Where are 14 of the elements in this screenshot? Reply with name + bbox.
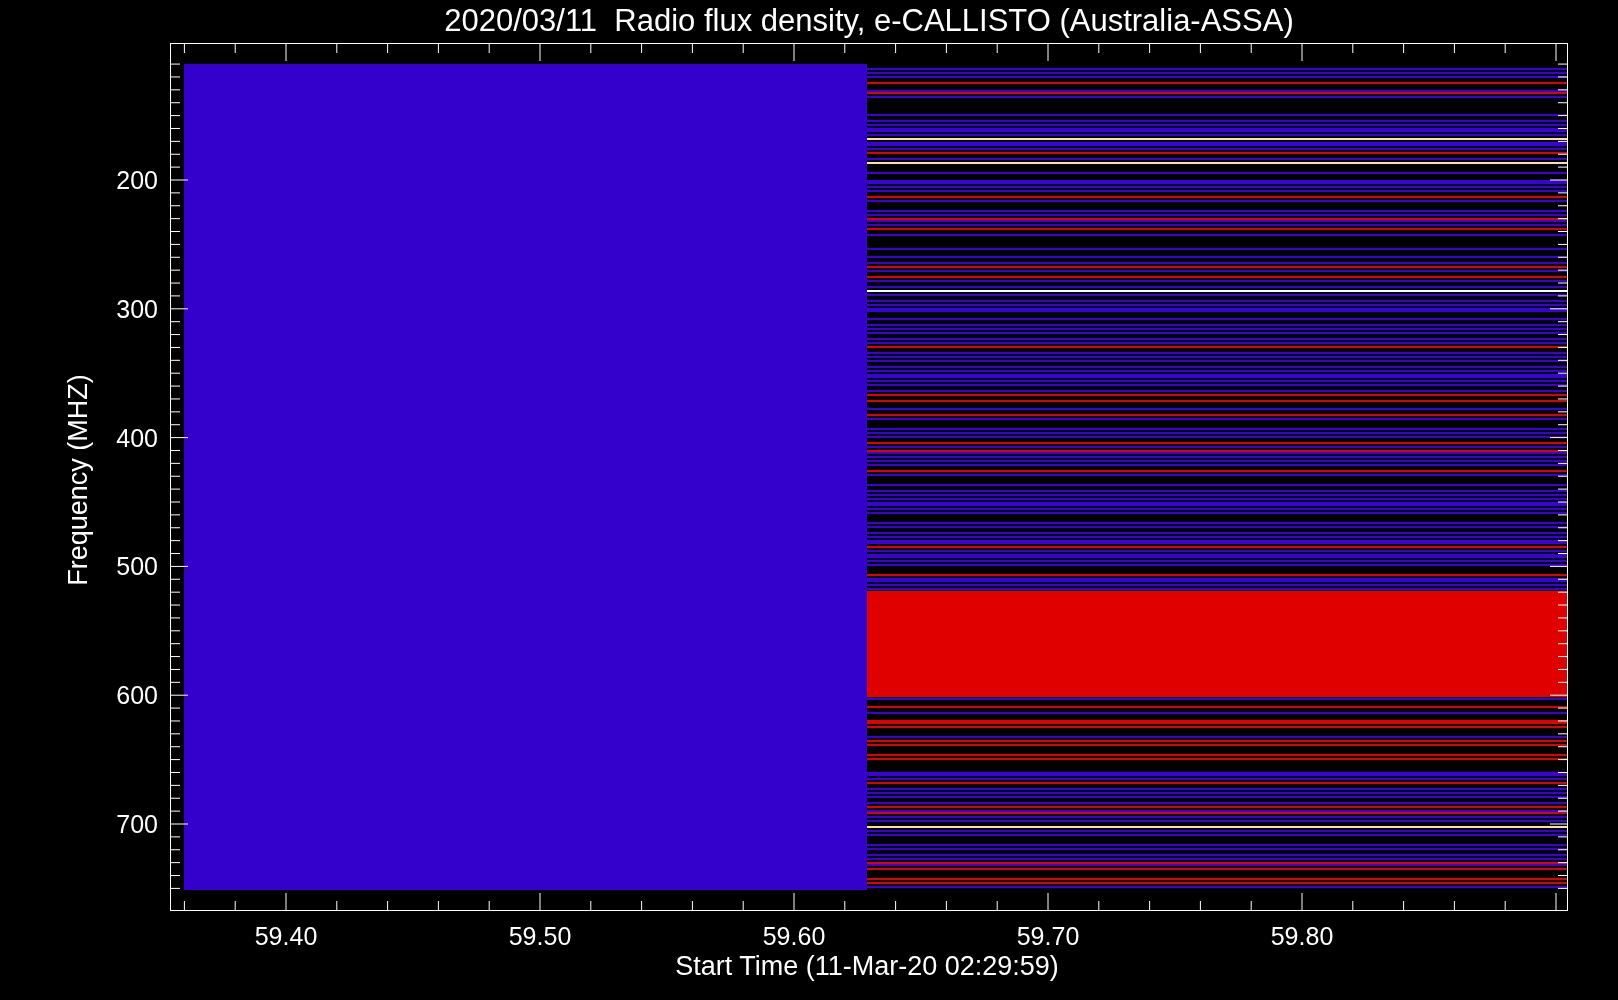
y-tick-label: 400 [116, 423, 158, 452]
x-tick-label: 59.70 [1016, 922, 1080, 950]
x-axis-label: Start Time (11-Mar-20 02:29:59) [675, 951, 1059, 981]
y-axis-label: Frequency (MHZ) [63, 374, 93, 586]
y-tick-label: 700 [116, 810, 158, 838]
x-tick-label: 59.60 [762, 922, 826, 950]
x-tick-label: 59.50 [508, 922, 572, 950]
plot-title: 2020/03/11 Radio flux density, e-CALLISTO (Australia-ASSA) [444, 3, 1294, 38]
y-tick-label: 500 [116, 552, 158, 581]
y-tick-label: 300 [116, 294, 158, 323]
y-tick-label: 200 [116, 166, 158, 194]
x-tick-label: 59.80 [1270, 922, 1334, 950]
y-tick-label: 600 [116, 681, 158, 710]
x-tick-label: 59.40 [254, 922, 318, 950]
